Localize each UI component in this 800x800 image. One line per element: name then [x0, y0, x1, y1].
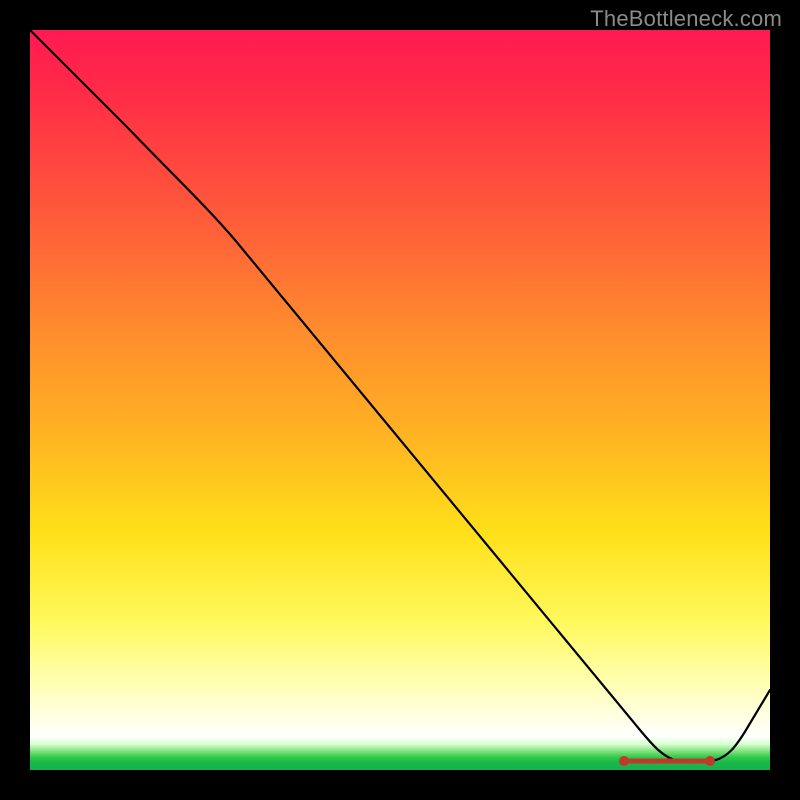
optimal-range-start-dot [619, 756, 629, 766]
curve-svg [30, 30, 770, 770]
bottleneck-curve [30, 30, 770, 760]
watermark-text: TheBottleneck.com [590, 6, 782, 32]
chart-frame: TheBottleneck.com [0, 0, 800, 800]
plot-area [30, 30, 770, 770]
optimal-range-dot [670, 759, 674, 763]
optimal-range-dot [688, 759, 692, 763]
optimal-range-dot [648, 759, 652, 763]
optimal-range-end-dot [705, 756, 715, 766]
